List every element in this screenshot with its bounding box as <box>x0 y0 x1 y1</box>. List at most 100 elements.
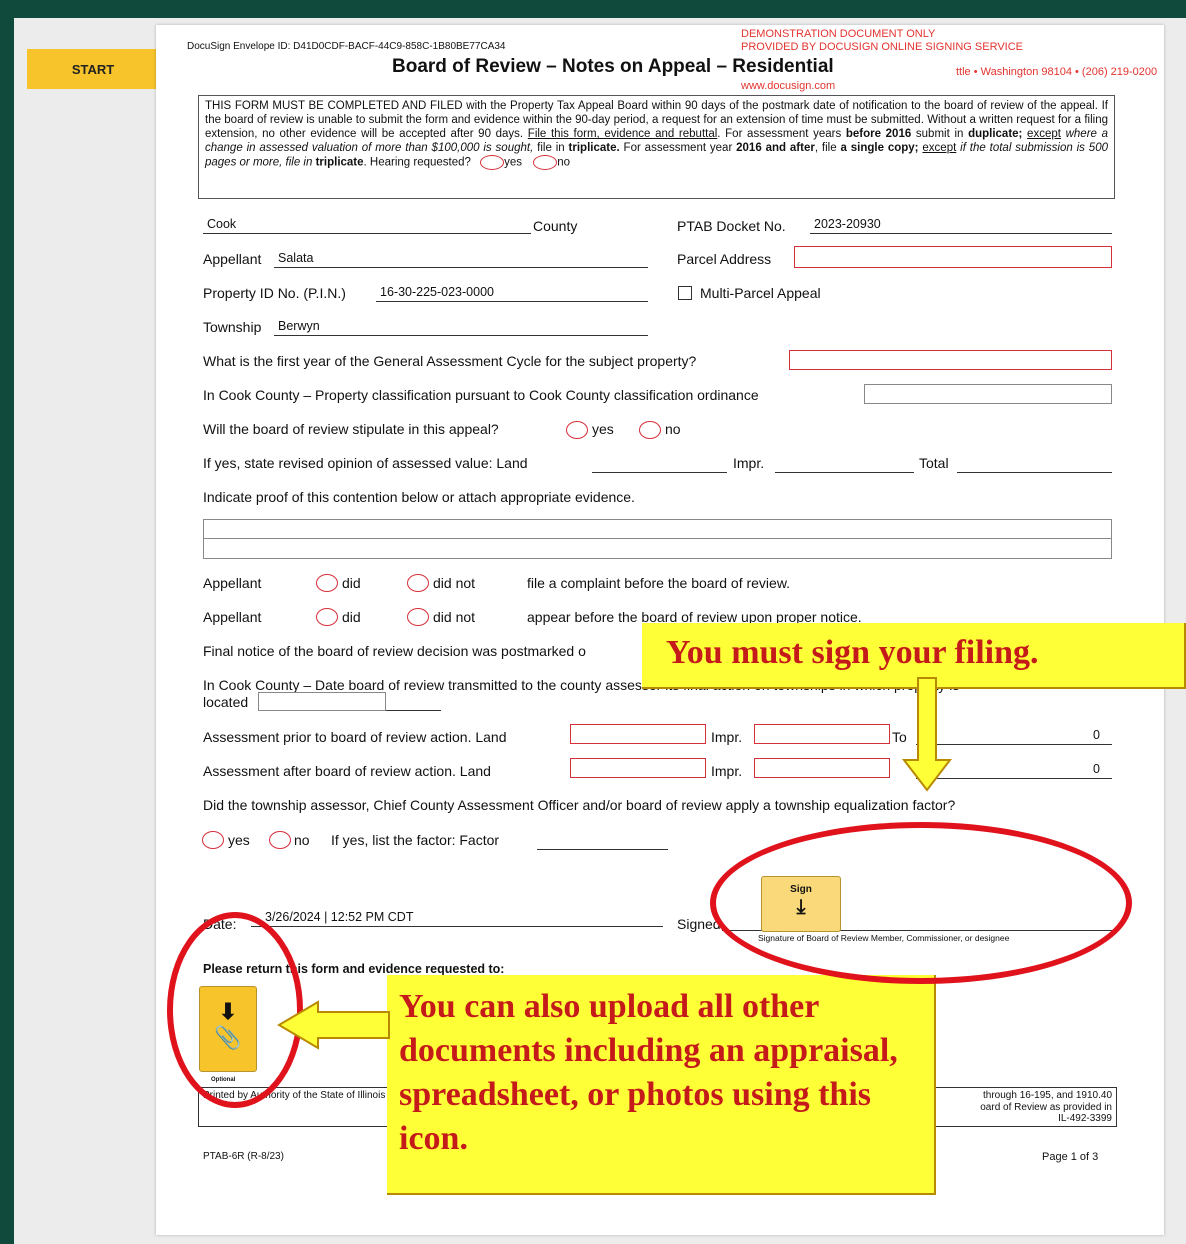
hearing-yes-radio[interactable] <box>480 155 505 171</box>
appear-did-not-radio[interactable] <box>407 608 429 626</box>
prior-total-label: To <box>892 729 907 745</box>
demo-notice: DEMONSTRATION DOCUMENT ONLY PROVIDED BY … <box>741 28 1023 54</box>
date-label: Date: <box>203 916 237 932</box>
notice-bold: 2016 and after <box>736 142 815 155</box>
pin-field[interactable]: 16-30-225-023-0000 <box>376 284 648 302</box>
classification-label: In Cook County – Property classification… <box>203 387 759 403</box>
revised-impr-label: Impr. <box>733 455 765 471</box>
prior-total-field[interactable]: 0 <box>916 727 1112 745</box>
after-impr-label: Impr. <box>711 763 743 779</box>
equalization-label: Did the township assessor, Chief County … <box>203 797 956 813</box>
signature-caption: Signature of Board of Review Member, Com… <box>758 933 1010 943</box>
notice-bold: before 2016 <box>845 128 912 141</box>
located-underline <box>386 710 441 711</box>
notice-text: . For assessment years <box>717 128 846 141</box>
multi-parcel-checkbox[interactable] <box>678 286 692 300</box>
docket-field[interactable]: 2023-20930 <box>810 216 1112 234</box>
upload-callout: You can also upload all other documents … <box>387 975 936 1195</box>
complaint-did-not-radio[interactable] <box>407 574 429 592</box>
demo-url: www.docusign.com <box>741 80 836 92</box>
appear-appellant-label: Appellant <box>203 609 262 625</box>
demo-line-1: DEMONSTRATION DOCUMENT ONLY <box>741 28 936 40</box>
signed-label: Signed <box>677 916 721 932</box>
notice-text: . Hearing requested? <box>363 156 471 169</box>
demo-line-2: PROVIDED BY DOCUSIGN ONLINE SIGNING SERV… <box>741 41 1023 53</box>
prior-land-input[interactable] <box>570 724 706 744</box>
stipulate-yes-radio[interactable] <box>566 421 588 439</box>
download-arrow-icon: ⤓ <box>796 896 806 918</box>
paperclip-icon: 📎 <box>214 1025 242 1050</box>
envelope-id: DocuSign Envelope ID: D41D0CDF-BACF-44C9… <box>187 41 506 52</box>
after-label: Assessment after board of review action.… <box>203 763 491 779</box>
complaint-did-not-label: did not <box>433 575 476 591</box>
county-label: County <box>533 218 578 234</box>
printed-right-line: through 16-195, and 1910.40 <box>983 1090 1112 1101</box>
complaint-text: file a complaint before the board of rev… <box>527 575 791 591</box>
stipulate-no-label: no <box>665 421 681 437</box>
docket-label: PTAB Docket No. <box>677 218 786 234</box>
multi-parcel-label: Multi-Parcel Appeal <box>700 285 821 301</box>
complaint-did-label: did <box>342 575 361 591</box>
revised-label: If yes, state revised opinion of assesse… <box>203 455 528 471</box>
equalization-yes-label: yes <box>228 832 250 848</box>
notice-text: , file <box>814 142 841 155</box>
revised-total-label: Total <box>919 455 949 471</box>
hearing-no-radio[interactable] <box>533 155 558 171</box>
attachment-button[interactable]: ⬇ 📎 <box>199 986 257 1072</box>
prior-impr-input[interactable] <box>754 724 890 744</box>
notice-bold: duplicate; <box>968 128 1023 141</box>
notice-text: file in <box>533 142 569 155</box>
notice-underlined: except <box>1027 128 1061 141</box>
stipulate-label: Will the board of review stipulate in th… <box>203 421 499 437</box>
factor-field[interactable] <box>537 832 668 850</box>
demo-address: ttle • Washington 98104 • (206) 219-0200 <box>956 66 1158 78</box>
proof-textarea[interactable] <box>203 519 1112 559</box>
start-button[interactable]: START <box>27 49 159 89</box>
equalization-no-radio[interactable] <box>269 831 291 849</box>
revised-impr-field[interactable] <box>775 455 914 473</box>
printed-right-line: IL-492-3399 <box>1058 1113 1112 1124</box>
after-total-field[interactable]: 0 <box>916 761 1112 779</box>
appear-did-label: did <box>342 609 361 625</box>
upload-callout-text: You can also upload all other documents … <box>399 988 898 1157</box>
notice-underlined: except <box>922 142 957 155</box>
township-field[interactable]: Berwyn <box>274 318 648 336</box>
date-field: 3/26/2024 | 12:52 PM CDT <box>251 909 663 927</box>
filing-notice: THIS FORM MUST BE COMPLETED AND FILED wi… <box>198 95 1115 199</box>
sign-callout: You must sign your filing. <box>642 623 1186 689</box>
proof-divider <box>203 538 1112 539</box>
parcel-address-input[interactable] <box>794 246 1112 268</box>
notice-text: submit in <box>911 128 969 141</box>
proof-label: Indicate proof of this contention below … <box>203 489 635 505</box>
transmitted-date-input[interactable] <box>258 692 386 711</box>
factor-label: If yes, list the factor: Factor <box>331 832 500 848</box>
notice-underlined: File this form, evidence and rebuttal <box>527 128 718 141</box>
stipulate-no-radio[interactable] <box>639 421 661 439</box>
equalization-yes-radio[interactable] <box>202 831 224 849</box>
township-label: Township <box>203 319 262 335</box>
prior-impr-label: Impr. <box>711 729 743 745</box>
optional-label: Optional <box>211 1077 236 1083</box>
complaint-did-radio[interactable] <box>316 574 338 592</box>
first-year-input[interactable] <box>789 350 1112 370</box>
pin-label: Property ID No. (P.I.N.) <box>203 285 346 301</box>
classification-input[interactable] <box>864 384 1112 404</box>
equalization-no-label: no <box>294 832 310 848</box>
located-label: located <box>203 694 249 710</box>
notice-text: For assessment year <box>619 142 737 155</box>
after-land-input[interactable] <box>570 758 706 778</box>
prior-label: Assessment prior to board of review acti… <box>203 729 507 745</box>
appear-did-not-label: did not <box>433 609 476 625</box>
appear-did-radio[interactable] <box>316 608 338 626</box>
page-number: Page 1 of 3 <box>1042 1151 1099 1163</box>
after-impr-input[interactable] <box>754 758 890 778</box>
printed-right: through 16-195, and 1910.40 oard of Revi… <box>980 1090 1112 1125</box>
appellant-field[interactable]: Salata <box>274 250 648 268</box>
hearing-no-label: no <box>557 156 571 169</box>
sign-button[interactable]: Sign ⤓ <box>761 876 841 932</box>
parcel-address-label: Parcel Address <box>677 251 772 267</box>
revised-total-field[interactable] <box>957 455 1112 473</box>
county-field[interactable]: Cook <box>203 216 531 234</box>
revised-land-field[interactable] <box>592 455 727 473</box>
form-title: Board of Review – Notes on Appeal – Resi… <box>392 56 834 77</box>
